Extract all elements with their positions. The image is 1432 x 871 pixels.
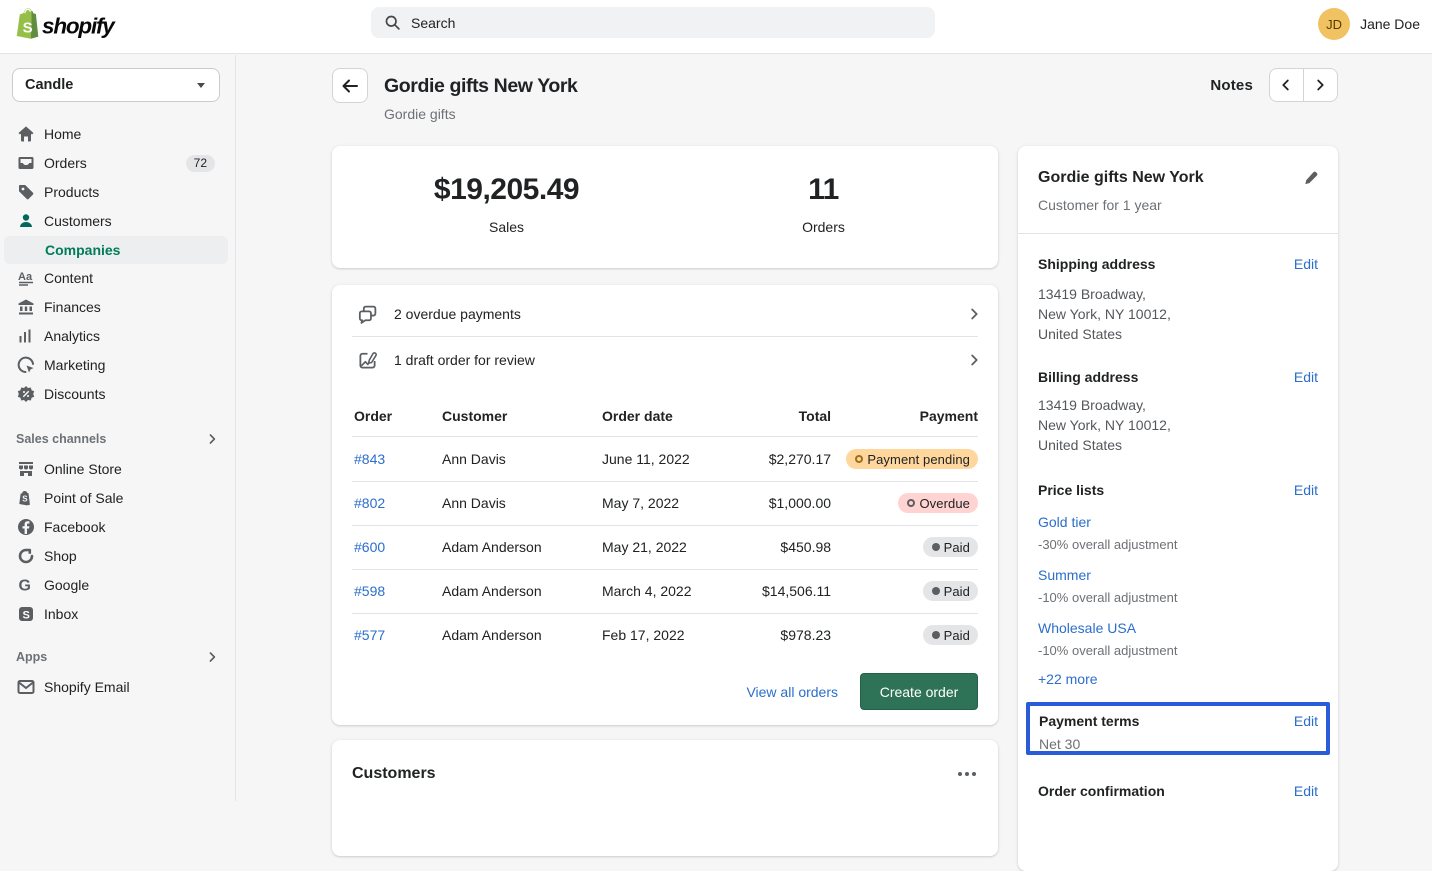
svg-text:G: G — [19, 577, 31, 594]
svg-text:S: S — [23, 20, 33, 37]
svg-text:shopify: shopify — [42, 14, 116, 39]
svg-text:S: S — [23, 609, 30, 621]
svg-text:S: S — [22, 494, 28, 503]
svg-text:Aa: Aa — [18, 271, 33, 283]
